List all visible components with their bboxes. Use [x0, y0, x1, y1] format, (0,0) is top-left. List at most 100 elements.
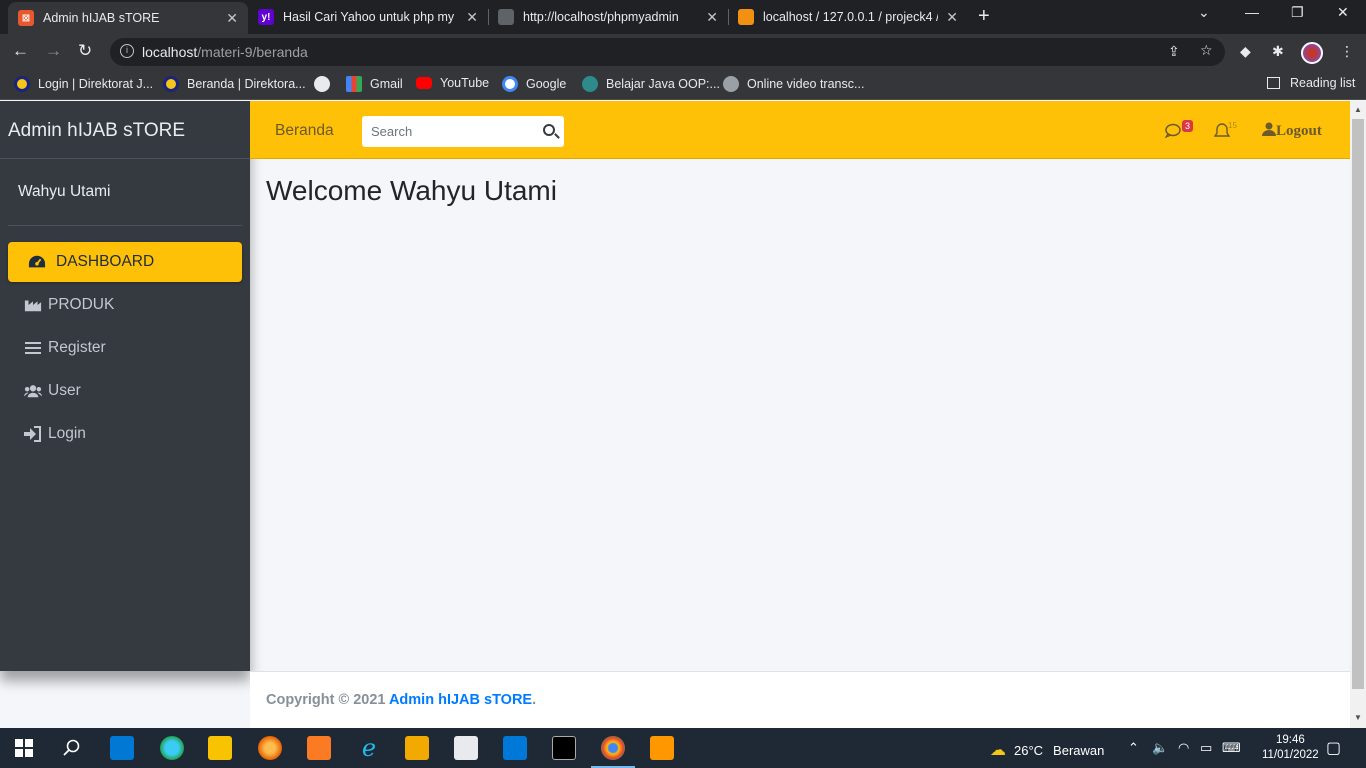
footer-suffix: . [532, 692, 537, 708]
bookmark-star-icon[interactable]: ☆ [1200, 42, 1213, 59]
clapper-icon[interactable] [454, 736, 478, 760]
sidebar-item-produk[interactable]: PRODUK [8, 285, 242, 325]
direktorat-icon [14, 76, 30, 92]
bookmark-login-direktorat[interactable]: Login | Direktorat J... [14, 76, 153, 92]
address-bar[interactable]: i localhost/materi-9/beranda ⇪ ☆ [110, 38, 1225, 66]
edge-icon[interactable] [160, 736, 184, 760]
internet-explorer-icon[interactable]: e [357, 734, 381, 762]
scroll-down-icon[interactable]: ▼ [1354, 713, 1362, 722]
search-icon[interactable] [543, 124, 555, 136]
new-tab-icon[interactable]: + [978, 5, 990, 28]
bookmark-online-video[interactable]: Online video transc... [723, 76, 864, 92]
terminal-icon[interactable] [552, 736, 576, 760]
web-page: Admin hIJAB sTORE Wahyu Utami DASHBOARD … [0, 101, 1350, 728]
page-scrollbar[interactable]: ▲ ▼ [1350, 101, 1366, 728]
vscode-icon[interactable] [503, 736, 527, 760]
cloud-sun-icon: ☁ [990, 742, 1006, 759]
gmail-icon [346, 76, 362, 92]
tab-phpmyadmin[interactable]: http://localhost/phpmyadmin ✕ [488, 0, 728, 34]
close-tab-icon[interactable]: ✕ [706, 9, 718, 26]
sidebar-item-dashboard[interactable]: DASHBOARD [8, 242, 242, 282]
tab-admin-hijab-store[interactable]: ⊠ Admin hIJAB sTORE ✕ [8, 2, 248, 34]
bookmark-beranda-direktorat[interactable]: Beranda | Direktora... [163, 76, 306, 92]
microsoft-store-icon[interactable] [110, 736, 134, 760]
direktorat-icon [163, 76, 179, 92]
sidebar-item-user[interactable]: User [8, 371, 242, 411]
media-player-icon[interactable] [405, 736, 429, 760]
restore-icon[interactable]: ❐ [1291, 4, 1304, 21]
tab-search-icon[interactable]: ⌄ [1198, 4, 1210, 21]
youtube-icon [416, 77, 432, 89]
chrome-icon[interactable] [591, 736, 635, 768]
reload-icon[interactable]: ↻ [78, 41, 92, 61]
user-name[interactable]: Wahyu Utami [18, 183, 110, 200]
chevron-up-icon[interactable]: ⌃ [1128, 740, 1139, 756]
share-icon[interactable]: ⇪ [1168, 43, 1180, 60]
tab-title: Hasil Cari Yahoo untuk php my ad [283, 10, 459, 24]
yahoo-icon: y! [258, 9, 274, 25]
globe-icon [314, 76, 330, 92]
sidebar-item-register[interactable]: Register [8, 328, 242, 368]
bookmark-globe[interactable] [314, 76, 338, 92]
sidebar: Admin hIJAB sTORE Wahyu Utami DASHBOARD … [0, 101, 250, 671]
menu-kebab-icon[interactable]: ⋮ [1340, 43, 1354, 60]
close-tab-icon[interactable]: ✕ [226, 10, 238, 27]
tab-phpmyadmin-db[interactable]: localhost / 127.0.0.1 / projeck4 / ✕ [728, 0, 968, 34]
file-explorer-icon[interactable] [208, 736, 232, 760]
search-icon[interactable] [60, 736, 84, 760]
bookmark-belajar-java[interactable]: Belajar Java OOP:... [582, 76, 720, 92]
bookmark-youtube[interactable]: YouTube [416, 76, 489, 90]
windows-start-icon[interactable] [12, 736, 36, 760]
brand-link[interactable]: Admin hIJAB sTORE [0, 101, 250, 159]
forward-icon[interactable]: → [45, 41, 62, 61]
gear-icon [723, 76, 739, 92]
xampp-icon[interactable] [307, 736, 331, 760]
close-tab-icon[interactable]: ✕ [946, 9, 958, 26]
tab-yahoo-search[interactable]: y! Hasil Cari Yahoo untuk php my ad ✕ [248, 0, 488, 34]
profile-avatar[interactable] [1301, 42, 1323, 64]
sublime-text-icon[interactable] [650, 736, 674, 760]
minimize-icon[interactable]: — [1245, 4, 1259, 20]
phpmyadmin-icon [738, 9, 754, 25]
extension-icon[interactable]: ◆ [1240, 43, 1251, 60]
sidebar-item-label: Register [48, 339, 106, 356]
battery-icon[interactable]: ▭ [1200, 740, 1212, 756]
sign-in-icon [24, 426, 42, 442]
close-tab-icon[interactable]: ✕ [466, 9, 478, 26]
logout-button[interactable]: Logout [1262, 122, 1322, 141]
sidebar-item-login[interactable]: Login [8, 414, 242, 454]
scrollbar-thumb[interactable] [1352, 119, 1364, 689]
notifications-badge: 15 [1228, 121, 1237, 130]
speaker-icon[interactable]: 🔈 [1152, 740, 1168, 756]
back-icon[interactable]: ← [12, 41, 29, 61]
notification-center-icon[interactable]: ▢ [1326, 738, 1341, 758]
sidebar-item-label: Login [48, 425, 86, 442]
page-icon [498, 9, 514, 25]
clock-date: 11/01/2022 [1262, 749, 1319, 761]
page-title: Welcome Wahyu Utami [266, 175, 557, 206]
tab-title: http://localhost/phpmyadmin [523, 10, 679, 24]
reading-list-button[interactable]: Reading list [1267, 76, 1355, 90]
puzzle-icon[interactable]: ✱ [1272, 43, 1284, 60]
temperature: 26°C [1014, 742, 1044, 758]
firefox-icon[interactable] [258, 736, 282, 760]
keyboard-icon[interactable]: ⌨ [1222, 740, 1241, 756]
system-clock[interactable]: 19:46 11/01/2022 [1262, 733, 1319, 763]
browser-tab-bar: ⊠ Admin hIJAB sTORE ✕ y! Hasil Cari Yaho… [0, 0, 1366, 34]
close-window-icon[interactable]: ✕ [1337, 4, 1349, 21]
comments-icon[interactable] [1164, 123, 1183, 142]
nav-link-beranda[interactable]: Beranda [275, 122, 334, 140]
footer-brand-link[interactable]: Admin hIJAB sTORE [389, 692, 532, 708]
site-info-icon[interactable]: i [120, 44, 134, 58]
search-placeholder: Search [371, 124, 413, 139]
search-input[interactable]: Search [362, 116, 564, 147]
dicoding-icon [582, 76, 598, 92]
bookmark-gmail[interactable]: Gmail [346, 76, 403, 92]
wifi-icon[interactable]: ◠ [1178, 740, 1189, 756]
bookmarks-bar: Login | Direktorat J... Beranda | Direkt… [0, 70, 1366, 100]
footer: Copyright © 2021 Admin hIJAB sTORE. [250, 671, 1350, 728]
bookmark-google[interactable]: Google [502, 76, 566, 92]
weather-widget[interactable]: ☁ 26°C Berawan [990, 740, 1104, 760]
tab-title: localhost / 127.0.0.1 / projeck4 / [763, 10, 939, 24]
scroll-up-icon[interactable]: ▲ [1354, 105, 1362, 114]
